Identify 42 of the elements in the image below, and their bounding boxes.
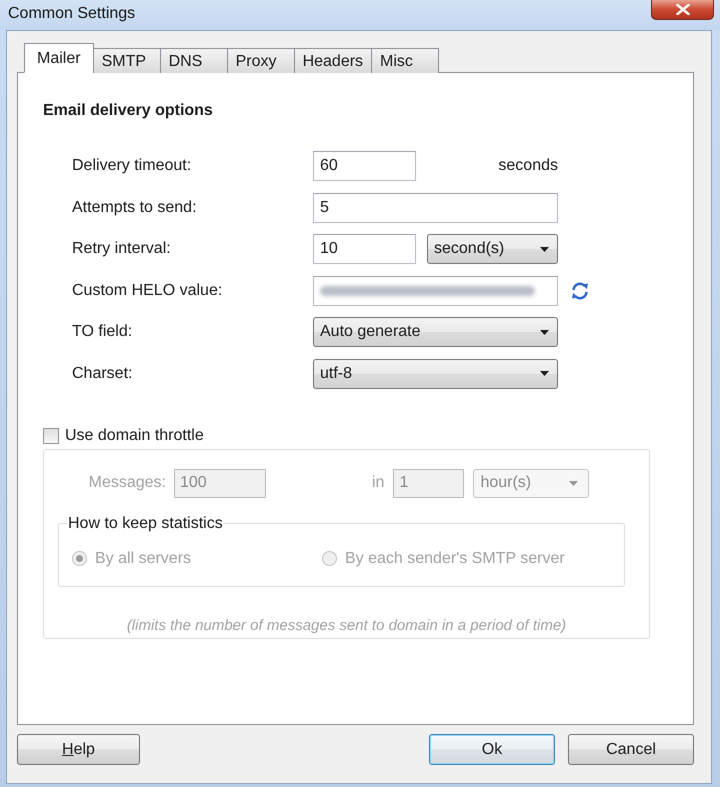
- field-label: Custom HELO value:: [72, 282, 224, 300]
- text-field[interactable]: 10: [313, 234, 416, 264]
- text-field[interactable]: 5: [313, 192, 558, 223]
- tab[interactable]: Headers: [294, 48, 372, 73]
- caret-icon: [540, 371, 549, 376]
- checkbox-label: Use domain throttle: [65, 426, 204, 445]
- tab[interactable]: Misc: [371, 48, 440, 73]
- dropdown[interactable]: utf-8: [313, 358, 558, 389]
- radio-label: By all servers: [95, 550, 192, 568]
- radio-label: By each sender's SMTP server: [345, 550, 565, 568]
- tab[interactable]: DNS: [160, 48, 228, 73]
- section-title: Email delivery options: [43, 101, 214, 121]
- checkbox[interactable]: [43, 428, 59, 444]
- close-button[interactable]: [651, 0, 714, 20]
- tab[interactable]: Proxy: [226, 48, 295, 73]
- dropdown[interactable]: Auto generate: [313, 317, 558, 348]
- caret-icon: [569, 480, 578, 486]
- field-label: in: [372, 474, 384, 492]
- radio-button[interactable]: [72, 551, 87, 566]
- tab[interactable]: SMTP: [92, 48, 161, 73]
- field-label: Attempts to send:: [72, 198, 198, 217]
- group-title: How to keep statistics: [67, 514, 224, 534]
- dropdown[interactable]: second(s): [427, 234, 558, 264]
- refresh-icon[interactable]: [570, 280, 590, 301]
- radio-button[interactable]: [322, 551, 337, 566]
- window-title: Common Settings: [8, 4, 136, 24]
- dialog-button[interactable]: Ok: [429, 734, 555, 765]
- dialog-button[interactable]: Cancel: [568, 734, 694, 765]
- hint-text: (limits the number of messages sent to domain in a period of time): [126, 616, 568, 635]
- help-button[interactable]: Help: [17, 734, 140, 765]
- field-label: TO field:: [72, 323, 134, 342]
- field-label: Messages:: [88, 474, 166, 492]
- close-icon: [676, 4, 690, 15]
- text-field[interactable]: 60: [313, 151, 416, 181]
- field-label: Delivery timeout:: [72, 157, 192, 175]
- field-label: Retry interval:: [72, 240, 172, 258]
- field-label: Charset:: [72, 364, 134, 383]
- text-field[interactable]: [313, 276, 558, 306]
- caret-icon: [540, 330, 549, 335]
- unit-label: seconds: [498, 157, 558, 175]
- caret-icon: [540, 246, 549, 252]
- tab[interactable]: Mailer: [24, 43, 94, 73]
